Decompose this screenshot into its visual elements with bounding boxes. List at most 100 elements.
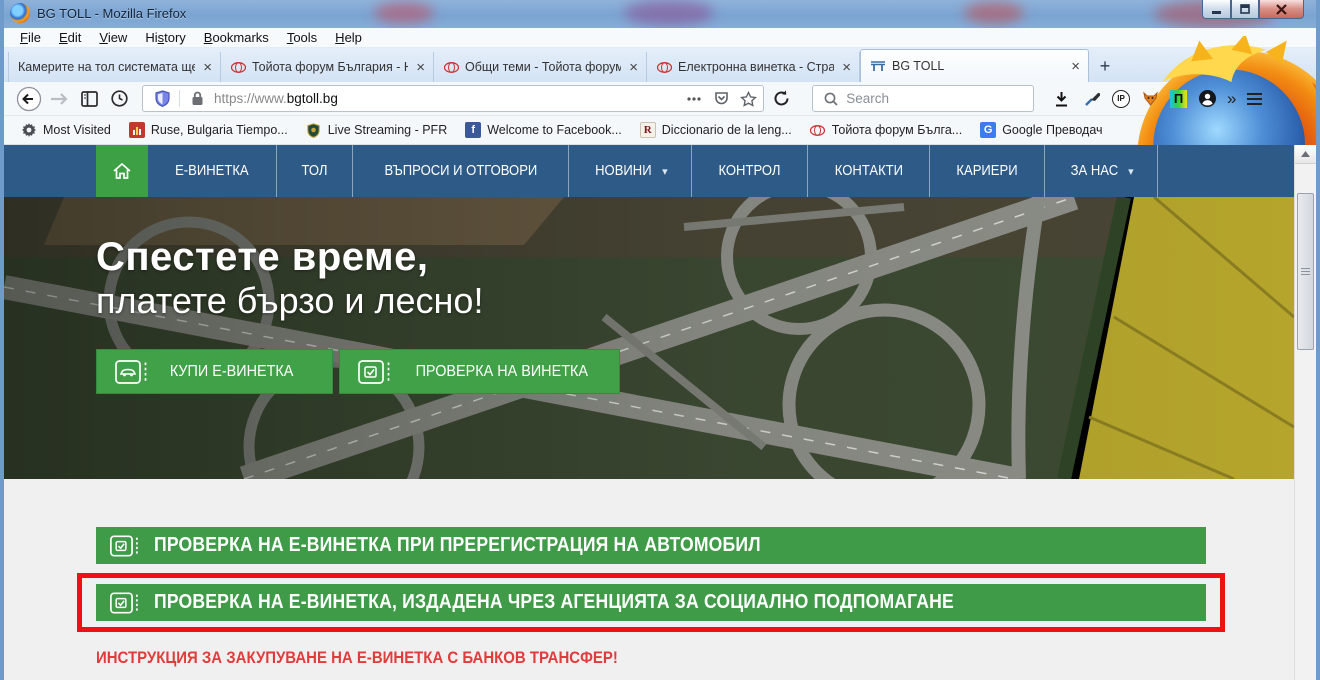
chevron-down-icon: ▾	[662, 165, 668, 178]
download-icon[interactable]	[1050, 88, 1072, 110]
vignette-check-icon	[110, 592, 140, 614]
tab-evignette-page[interactable]: Електронна винетка - Страниц ×	[647, 52, 860, 82]
scrollbar-thumb[interactable]	[1297, 193, 1314, 350]
history-clock-icon[interactable]	[106, 86, 132, 112]
site-nav-contacts[interactable]: КОНТАКТИ	[808, 145, 931, 197]
hamburger-menu-icon[interactable]	[1243, 88, 1265, 110]
bookmark-ruse-weather[interactable]: Ruse, Bulgaria Tiempo...	[122, 120, 295, 140]
site-nav-control[interactable]: КОНТРОЛ	[692, 145, 808, 197]
bgtoll-page: Е-ВИНЕТКА ТОЛ ВЪПРОСИ И ОТГОВОРИ НОВИНИ▾…	[4, 145, 1294, 680]
bookmark-google-translate[interactable]: G Google Преводач	[973, 120, 1109, 140]
site-nav-news[interactable]: НОВИНИ▾	[569, 145, 691, 197]
site-nav-toll[interactable]: ТОЛ	[277, 145, 353, 197]
tab-close-icon[interactable]: ×	[414, 60, 427, 75]
search-input[interactable]	[846, 91, 1025, 106]
tracking-protection-shield-icon[interactable]	[151, 88, 173, 110]
reload-icon[interactable]	[768, 86, 794, 112]
menu-view[interactable]: View	[91, 29, 135, 46]
account-person-icon[interactable]	[1196, 88, 1218, 110]
maximize-button[interactable]	[1231, 0, 1259, 19]
fox-extension-icon[interactable]	[1139, 88, 1161, 110]
menu-tools[interactable]: Tools	[279, 29, 325, 46]
minimize-button[interactable]	[1202, 0, 1231, 19]
translator-extension-icon[interactable]: П	[1170, 90, 1187, 108]
bookmark-live-streaming-pfr[interactable]: Live Streaming - PFR	[299, 120, 454, 140]
tab-close-icon[interactable]: ×	[840, 60, 853, 75]
menu-help[interactable]: Help	[327, 29, 370, 46]
wallpaper-blob	[964, 2, 1024, 24]
site-nav-careers[interactable]: КАРИЕРИ	[930, 145, 1045, 197]
pocket-icon[interactable]	[710, 88, 732, 110]
tab-toyota-topics[interactable]: Общи теми - Тойота форум Б ×	[434, 52, 647, 82]
menu-bookmarks[interactable]: Bookmarks	[196, 29, 277, 46]
hero-banner: Спестете време, платете бързо и лесно! К…	[4, 197, 1294, 479]
eyedropper-icon[interactable]	[1081, 88, 1103, 110]
search-bar[interactable]	[812, 85, 1034, 112]
divider	[179, 90, 180, 107]
toyota-favicon-icon	[230, 59, 246, 75]
wallpaper-blob	[374, 2, 434, 24]
sidebar-icon[interactable]	[76, 86, 102, 112]
navigation-toolbar: https://www.bgtoll.bg	[4, 82, 1316, 116]
scrollbar-up-arrow[interactable]	[1295, 145, 1316, 164]
toyota-favicon-icon	[656, 59, 672, 75]
title-bar[interactable]: BG TOLL - Mozilla Firefox	[4, 0, 1316, 28]
menu-history[interactable]: History	[137, 29, 193, 46]
tab-close-icon[interactable]: ×	[627, 60, 640, 75]
url-bar[interactable]: https://www.bgtoll.bg	[142, 85, 764, 112]
back-icon[interactable]	[16, 86, 42, 112]
site-nav-evignette[interactable]: Е-ВИНЕТКА	[148, 145, 277, 197]
forward-icon[interactable]	[46, 86, 72, 112]
wallpaper-blob	[624, 0, 714, 26]
bookmark-diccionario[interactable]: R Diccionario de la leng...	[633, 120, 799, 140]
new-tab-button[interactable]: +	[1092, 53, 1118, 79]
chevron-down-icon: ▾	[1128, 165, 1134, 178]
bank-transfer-instruction-link[interactable]: ИНСТРУКЦИЯ ЗА ЗАКУПУВАНЕ НА Е-ВИНЕТКА С …	[96, 648, 1294, 668]
tab-toyota-forum[interactable]: Тойота форум България - Нач ×	[221, 52, 434, 82]
menu-file[interactable]: File	[12, 29, 49, 46]
buy-evignette-button[interactable]: КУПИ Е-ВИНЕТКА	[96, 349, 333, 394]
tab-title: Тойота форум България - Нач	[252, 60, 408, 74]
bookmark-facebook[interactable]: f Welcome to Facebook...	[458, 120, 629, 140]
check-vignette-button[interactable]: ПРОВЕРКА НА ВИНЕТКА	[339, 349, 620, 394]
site-nav-home[interactable]	[96, 145, 148, 197]
pfr-shield-icon	[306, 122, 322, 138]
page-viewport: Е-ВИНЕТКА ТОЛ ВЪПРОСИ И ОТГОВОРИ НОВИНИ▾…	[4, 145, 1316, 680]
page-actions-ellipsis-icon[interactable]	[683, 88, 705, 110]
bookmark-star-icon[interactable]	[737, 88, 759, 110]
bookmark-toyota-forum[interactable]: Тойота форум Бълга...	[803, 120, 969, 140]
tab-close-icon[interactable]: ×	[201, 60, 214, 75]
menu-edit[interactable]: Edit	[51, 29, 89, 46]
ip-extension-icon[interactable]: IP	[1112, 90, 1130, 108]
links-section: ПРОВЕРКА НА Е-ВИНЕТКА ПРИ ПРЕРЕГИСТРАЦИЯ…	[4, 479, 1294, 668]
overflow-chevrons-icon[interactable]: »	[1227, 89, 1234, 109]
bookmark-label: Live Streaming - PFR	[328, 123, 447, 137]
toyota-favicon-icon	[443, 59, 459, 75]
close-button[interactable]	[1259, 0, 1304, 19]
tab-title: Електронна винетка - Страниц	[678, 60, 834, 74]
site-nav-about[interactable]: ЗА НАС▾	[1045, 145, 1157, 197]
rae-dictionary-icon: R	[640, 122, 656, 138]
vertical-scrollbar[interactable]	[1294, 145, 1316, 680]
url-input[interactable]: https://www.bgtoll.bg	[214, 91, 677, 106]
tab-toll-cameras[interactable]: Камерите на тол системата ще по ×	[8, 52, 221, 82]
banner-reregistration-check[interactable]: ПРОВЕРКА НА Е-ВИНЕТКА ПРИ ПРЕРЕГИСТРАЦИЯ…	[96, 527, 1206, 564]
search-icon	[821, 88, 840, 110]
site-nav-spacer	[4, 145, 96, 197]
bgtoll-favicon-icon	[870, 58, 886, 74]
vignette-check-icon	[358, 360, 392, 384]
tab-close-icon[interactable]: ×	[1069, 59, 1082, 74]
bookmark-most-visited[interactable]: Most Visited	[14, 120, 118, 140]
google-translate-icon: G	[980, 122, 996, 138]
red-highlight-annotation: ПРОВЕРКА НА Е-ВИНЕТКА, ИЗДАДЕНА ЧРЕЗ АГЕ…	[77, 573, 1225, 632]
banner-label: ПРОВЕРКА НА Е-ВИНЕТКА, ИЗДАДЕНА ЧРЕЗ АГЕ…	[154, 591, 954, 614]
toyota-favicon-icon	[810, 122, 826, 138]
banner-social-assistance-check[interactable]: ПРОВЕРКА НА Е-ВИНЕТКА, ИЗДАДЕНА ЧРЕЗ АГЕ…	[96, 584, 1206, 621]
tab-title: Общи теми - Тойота форум Б	[465, 60, 621, 74]
tab-bgtoll-active[interactable]: BG TOLL ×	[860, 49, 1089, 82]
facebook-icon: f	[465, 122, 481, 138]
site-nav-faq[interactable]: ВЪПРОСИ И ОТГОВОРИ	[353, 145, 570, 197]
banner-label: ПРОВЕРКА НА Е-ВИНЕТКА ПРИ ПРЕРЕГИСТРАЦИЯ…	[154, 534, 761, 557]
tab-title: Камерите на тол системата ще по	[18, 60, 195, 74]
lock-icon[interactable]	[186, 88, 208, 110]
